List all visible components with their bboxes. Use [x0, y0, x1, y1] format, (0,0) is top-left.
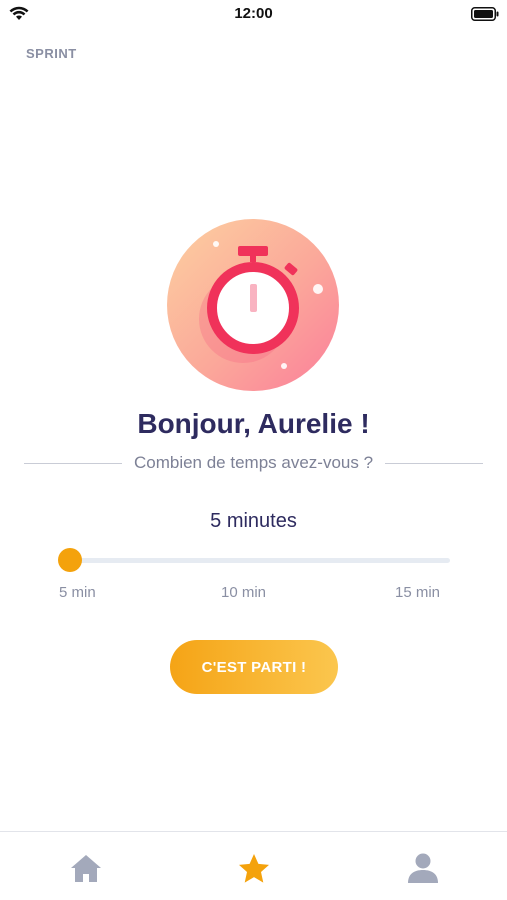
- slider-min-label: 5 min: [59, 584, 96, 601]
- duration-slider-track[interactable]: [70, 558, 450, 563]
- start-button[interactable]: C'EST PARTI !: [170, 640, 338, 694]
- stopwatch-illustration: [167, 219, 339, 391]
- divider-left: [24, 462, 122, 464]
- battery-icon: [471, 7, 499, 21]
- divider-right: [385, 462, 483, 464]
- tab-favorites[interactable]: [234, 849, 274, 889]
- star-icon: [239, 854, 269, 883]
- slider-max-label: 15 min: [395, 584, 441, 601]
- greeting-title: Bonjour, Aurelie !: [137, 408, 370, 439]
- status-time: 12:00: [234, 5, 273, 22]
- section-label: SPRINT: [26, 46, 77, 61]
- duration-value: 5 minutes: [210, 510, 297, 532]
- tab-bar: [0, 831, 507, 900]
- status-bar: 12:00: [0, 0, 507, 28]
- question-text: Combien de temps avez-vous ?: [133, 453, 374, 472]
- stopwatch-hand: [250, 284, 257, 312]
- tab-home[interactable]: [66, 849, 106, 889]
- slider-mid-label: 10 min: [221, 584, 267, 601]
- home-icon: [71, 855, 101, 882]
- hero-sparkle: [281, 363, 287, 369]
- tab-profile[interactable]: [403, 849, 443, 889]
- duration-slider-thumb[interactable]: [58, 548, 82, 572]
- hero-sparkle: [313, 284, 323, 294]
- stopwatch-stem: [250, 254, 256, 262]
- user-icon: [408, 853, 438, 883]
- hero-sparkle: [213, 241, 219, 247]
- question-row: Combien de temps avez-vous ?: [24, 452, 483, 474]
